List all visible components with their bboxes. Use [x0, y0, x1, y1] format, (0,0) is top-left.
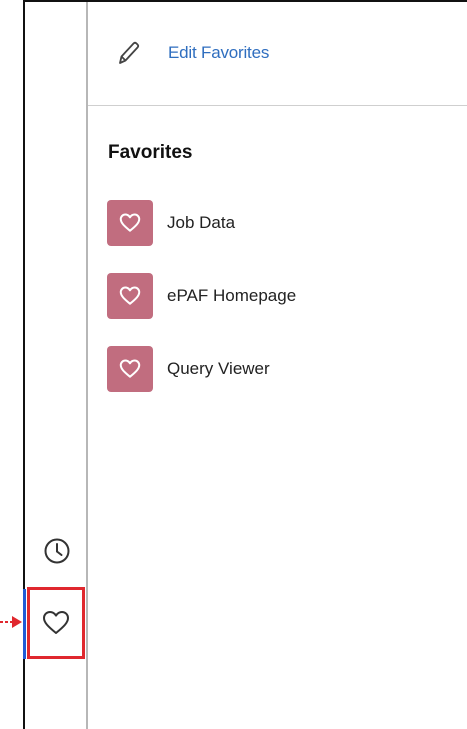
favorites-rail-button[interactable] — [27, 587, 85, 659]
favorites-title: Favorites — [108, 142, 193, 163]
active-indicator-bar — [23, 589, 26, 659]
heart-icon — [119, 213, 141, 232]
favorite-item-label: Job Data — [167, 212, 236, 232]
favorites-list: Job Data ePAF Homepage Query Viewer — [107, 199, 296, 418]
heart-outline-icon — [43, 611, 69, 634]
rail-divider — [86, 2, 88, 729]
panel-header: Edit Favorites — [88, 2, 467, 106]
recently-visited-button[interactable] — [29, 520, 85, 582]
clock-icon — [44, 538, 70, 564]
favorite-tile — [107, 199, 153, 246]
annotation-arrow-icon — [0, 616, 22, 628]
pencil-icon — [119, 41, 140, 64]
favorite-tile — [107, 272, 153, 319]
favorite-item-label: ePAF Homepage — [167, 285, 297, 305]
edit-favorites-link[interactable]: Edit Favorites — [116, 40, 269, 66]
heart-icon — [119, 359, 141, 378]
favorite-item-epaf-homepage[interactable]: ePAF Homepage — [107, 272, 296, 319]
heart-icon — [119, 286, 141, 305]
favorite-item-job-data[interactable]: Job Data — [107, 199, 296, 246]
favorite-item-label: Query Viewer — [167, 358, 270, 378]
favorite-item-query-viewer[interactable]: Query Viewer — [107, 345, 296, 392]
favorites-panel-page: Edit Favorites Favorites Job Data ePAF H… — [0, 0, 467, 729]
favorite-tile — [107, 345, 153, 392]
edit-favorites-label: Edit Favorites — [168, 43, 270, 62]
